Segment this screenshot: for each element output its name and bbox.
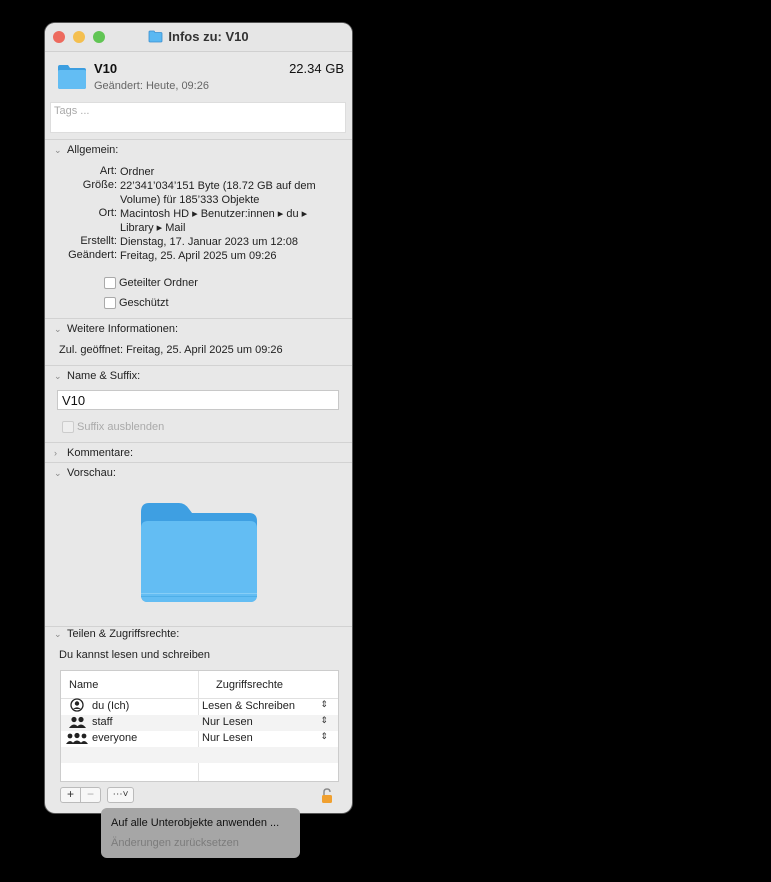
user-name: du (Ich) xyxy=(92,700,130,712)
chevron-updown-icon[interactable]: ⇕ xyxy=(320,731,328,742)
col-name-header[interactable]: Name xyxy=(69,679,98,691)
hide-extension-checkbox[interactable] xyxy=(62,421,74,433)
folder-icon xyxy=(57,61,87,94)
divider xyxy=(45,462,352,463)
chevron-down-icon: ⌄ xyxy=(54,468,62,478)
general-disclosure[interactable]: ⌄ Allgemein: xyxy=(54,144,118,156)
shared-folder-checkbox[interactable] xyxy=(104,277,116,289)
kind-label: Art: xyxy=(99,165,117,177)
size-label: Größe: xyxy=(82,179,117,191)
hide-extension-label: Suffix ausblenden xyxy=(77,421,165,433)
created-value: Dienstag, 17. Januar 2023 um 12:08 xyxy=(120,236,298,248)
group-icon xyxy=(66,732,88,748)
chevron-right-icon: › xyxy=(54,448,57,458)
group-priv[interactable]: Nur Lesen xyxy=(202,716,253,728)
person-circle-icon xyxy=(70,698,84,715)
chevron-down-icon: ⌄ xyxy=(54,629,62,639)
table-header: Name Zugriffsrechte xyxy=(61,671,338,699)
table-row[interactable]: du (Ich) Lesen & Schreiben ⇕ xyxy=(61,698,338,715)
modified-label: Geändert: xyxy=(68,249,117,261)
more-info-disclosure[interactable]: ⌄ Weitere Informationen: xyxy=(54,323,178,335)
kind-value: Ordner xyxy=(120,166,155,178)
folder-preview-icon xyxy=(139,500,259,608)
preview-title: Vorschau: xyxy=(67,467,116,479)
locked-checkbox[interactable] xyxy=(104,297,116,309)
chevron-down-icon: ⌄ xyxy=(54,371,62,381)
last-opened: Zul. geöffnet: Freitag, 25. April 2025 u… xyxy=(59,344,283,356)
ellipsis-circle-icon: ⋯˅ xyxy=(112,789,129,800)
locked-label: Geschützt xyxy=(119,297,169,309)
table-row[interactable]: staff Nur Lesen ⇕ xyxy=(61,715,338,731)
info-window: Infos zu: V10 V10 22.34 GB Geändert: Heu… xyxy=(45,23,352,813)
file-size: 22.34 GB xyxy=(289,61,344,76)
everyone-priv[interactable]: Nur Lesen xyxy=(202,732,253,744)
table-row[interactable]: everyone Nur Lesen ⇕ xyxy=(61,731,338,747)
modified-value: Freitag, 25. April 2025 um 09:26 xyxy=(120,250,277,262)
more-info-title: Weitere Informationen: xyxy=(67,323,179,335)
size-value: 22’341’034’151 Byte (18.72 GB auf dem Vo… xyxy=(120,180,316,206)
tags-field[interactable]: Tags ... xyxy=(50,102,346,133)
action-dropdown-menu: Auf alle Unterobjekte anwenden ... Änder… xyxy=(101,808,300,858)
revert-changes-item[interactable]: Änderungen zurücksetzen xyxy=(111,837,239,849)
name-ext-title: Name & Suffix: xyxy=(67,370,141,382)
divider xyxy=(45,442,352,443)
permissions-table: Name Zugriffsrechte du (Ich) Lesen & Sch… xyxy=(60,670,339,782)
two-people-icon xyxy=(69,716,86,732)
sharing-status: Du kannst lesen und schreiben xyxy=(59,649,211,661)
where-value: Macintosh HD ▸ Benutzer:innen ▸ du ▸ Lib… xyxy=(120,208,308,234)
preview-disclosure[interactable]: ⌄ Vorschau: xyxy=(54,467,116,479)
window-title: Infos zu: V10 xyxy=(45,29,352,46)
table-row xyxy=(61,763,338,779)
action-menu-button[interactable]: ⋯˅ xyxy=(107,787,134,803)
chevron-down-icon: ⌄ xyxy=(54,145,62,155)
divider xyxy=(45,626,352,627)
name-field[interactable]: V10 xyxy=(57,390,339,410)
where-label: Ort: xyxy=(98,207,117,219)
sharing-title: Teilen & Zugriffsrechte: xyxy=(67,628,180,640)
folder-icon xyxy=(148,30,163,46)
apply-to-enclosed-item[interactable]: Auf alle Unterobjekte anwenden ... xyxy=(111,817,279,829)
chevron-updown-icon[interactable]: ⇕ xyxy=(320,715,328,726)
divider xyxy=(45,139,352,140)
chevron-down-icon: ⌄ xyxy=(54,324,62,334)
window-title-text: Infos zu: V10 xyxy=(168,29,249,44)
divider xyxy=(45,365,352,366)
modified-date: Geändert: Heute, 09:26 xyxy=(94,80,209,92)
created-label: Erstellt: xyxy=(80,235,117,247)
user-priv[interactable]: Lesen & Schreiben xyxy=(202,700,295,712)
comments-disclosure[interactable]: › Kommentare: xyxy=(54,447,133,459)
divider xyxy=(45,318,352,319)
name-ext-disclosure[interactable]: ⌄ Name & Suffix: xyxy=(54,370,140,382)
chevron-updown-icon[interactable]: ⇕ xyxy=(320,699,328,710)
sharing-disclosure[interactable]: ⌄ Teilen & Zugriffsrechte: xyxy=(54,628,179,640)
shared-folder-label: Geteilter Ordner xyxy=(119,277,198,289)
col-priv-header[interactable]: Zugriffsrechte xyxy=(216,679,283,691)
lock-icon[interactable] xyxy=(321,788,333,807)
remove-user-button[interactable]: − xyxy=(80,787,101,803)
group-name: staff xyxy=(92,716,113,728)
general-title: Allgemein: xyxy=(67,144,119,156)
title-bar[interactable]: Infos zu: V10 xyxy=(45,23,352,52)
add-user-button[interactable]: + xyxy=(60,787,81,803)
table-row xyxy=(61,747,338,763)
comments-title: Kommentare: xyxy=(67,447,134,459)
file-name: V10 xyxy=(94,61,118,76)
everyone-name: everyone xyxy=(92,732,138,744)
